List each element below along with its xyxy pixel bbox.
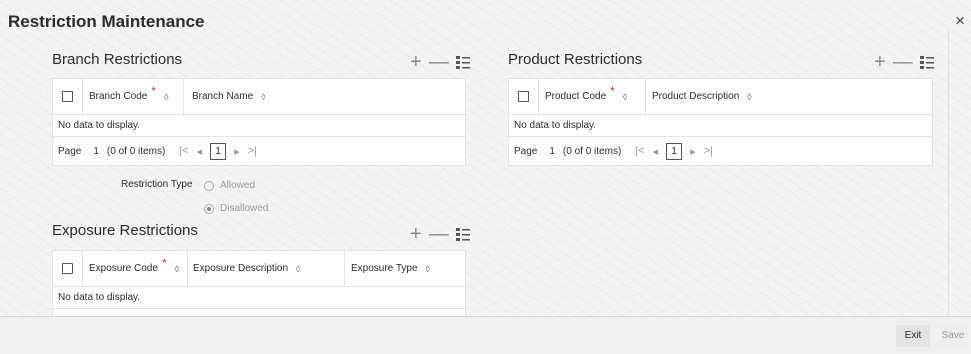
remove-icon[interactable]: — (429, 52, 449, 72)
current-page-button[interactable]: 1 (666, 142, 683, 160)
exposure-restrictions-title: Exposure Restrictions (52, 222, 198, 239)
column-exposure-description[interactable]: Exposure Description ◊ (188, 251, 345, 286)
no-data-message: No data to display. (53, 287, 465, 309)
radio-allowed-circle[interactable] (204, 180, 214, 191)
first-page-icon[interactable]: |< (179, 145, 188, 157)
first-page-icon[interactable]: |< (635, 145, 644, 157)
select-all-checkbox[interactable] (62, 91, 73, 102)
exposure-grid: Exposure Code * ◊ Exposure Description ◊… (52, 250, 466, 316)
branch-grid: Branch Code * ◊ Branch Name ◊ No data to… (52, 78, 466, 166)
column-label: Branch Code (89, 91, 148, 102)
required-indicator: * (610, 83, 615, 98)
page-label: Page (58, 145, 82, 157)
next-page-icon[interactable]: ▸ (234, 145, 240, 158)
footer-bar: Exit Save (0, 316, 971, 354)
column-label: Product Code (545, 91, 607, 102)
add-icon[interactable]: + (410, 224, 422, 244)
sort-icon[interactable]: ◊ (164, 92, 168, 102)
column-exposure-code[interactable]: Exposure Code * ◊ (83, 251, 188, 286)
exit-button[interactable]: Exit (896, 325, 930, 347)
pagination: Page 1 (0 of 0 items) |< ◂ 1 ▸ >| (53, 137, 465, 165)
items-count: (0 of 0 items) (562, 145, 622, 157)
page-label: Page (514, 145, 538, 157)
branch-restrictions-title: Branch Restrictions (52, 51, 183, 68)
required-indicator: * (161, 255, 167, 270)
next-page-icon[interactable]: ▸ (690, 145, 696, 158)
prev-page-icon[interactable]: ◂ (197, 145, 203, 158)
column-label: Branch Name (192, 91, 254, 102)
sort-icon[interactable]: ◊ (623, 92, 627, 102)
product-restrictions-title: Product Restrictions (508, 51, 643, 68)
window-title: Restriction Maintenance (8, 12, 205, 31)
page-input[interactable]: 1 (549, 146, 555, 157)
last-page-icon[interactable]: >| (704, 145, 713, 157)
column-label: Exposure Code (89, 263, 158, 274)
column-product-code[interactable]: Product Code * ◊ (539, 79, 646, 114)
sort-icon[interactable]: ◊ (296, 264, 300, 274)
remove-icon[interactable]: — (893, 52, 913, 72)
grid-header: Branch Code * ◊ Branch Name ◊ (53, 79, 465, 115)
column-branch-code[interactable]: Branch Code * ◊ (83, 79, 184, 114)
no-data-message: No data to display. (53, 115, 465, 137)
prev-page-icon[interactable]: ◂ (653, 145, 659, 158)
column-exposure-type[interactable]: Exposure Type ◊ (345, 251, 467, 286)
column-product-description[interactable]: Product Description ◊ (646, 79, 934, 114)
last-page-icon[interactable]: >| (248, 145, 257, 157)
select-all-checkbox[interactable] (62, 263, 73, 274)
radio-disallowed[interactable]: Disallowed (204, 203, 268, 214)
sort-icon[interactable]: ◊ (426, 264, 430, 274)
product-actions: + — (874, 52, 934, 72)
restriction-type-label: Restriction Type (121, 179, 193, 190)
column-list-icon[interactable] (455, 55, 470, 69)
select-all-cell (53, 79, 83, 114)
remove-icon[interactable]: — (429, 224, 449, 244)
save-button[interactable]: Save (937, 325, 969, 347)
pagination: Page 1 (0 of 0 items) |< ◂ 1 ▸ >| (509, 137, 932, 165)
grid-header: Product Code * ◊ Product Description ◊ (509, 79, 932, 115)
select-all-cell (53, 251, 83, 286)
product-grid: Product Code * ◊ Product Description ◊ N… (508, 78, 933, 166)
column-label: Exposure Type (351, 263, 418, 274)
column-list-icon[interactable] (919, 55, 934, 69)
add-icon[interactable]: + (410, 52, 422, 72)
radio-disallowed-label: Disallowed (220, 203, 269, 214)
radio-disallowed-circle[interactable] (204, 203, 214, 214)
close-icon[interactable]: × (955, 12, 965, 29)
scroll-divider (948, 30, 949, 316)
exposure-actions: + — (410, 224, 470, 244)
radio-allowed-label: Allowed (220, 180, 256, 191)
column-list-icon[interactable] (455, 227, 470, 241)
current-page-button[interactable]: 1 (210, 142, 227, 160)
sort-icon[interactable]: ◊ (747, 92, 751, 102)
column-branch-name[interactable]: Branch Name ◊ (184, 79, 467, 114)
branch-actions: + — (410, 52, 470, 72)
page-input[interactable]: 1 (93, 146, 99, 157)
sort-icon[interactable]: ◊ (175, 264, 179, 274)
radio-allowed[interactable]: Allowed (204, 180, 255, 191)
column-label: Exposure Description (193, 263, 289, 274)
select-all-cell (509, 79, 539, 114)
required-indicator: * (151, 83, 157, 98)
select-all-checkbox[interactable] (518, 91, 529, 102)
no-data-message: No data to display. (509, 115, 932, 137)
items-count: (0 of 0 items) (106, 145, 166, 157)
grid-header: Exposure Code * ◊ Exposure Description ◊… (53, 251, 465, 287)
sort-icon[interactable]: ◊ (261, 92, 265, 102)
column-label: Product Description (652, 91, 740, 102)
add-icon[interactable]: + (874, 52, 886, 72)
